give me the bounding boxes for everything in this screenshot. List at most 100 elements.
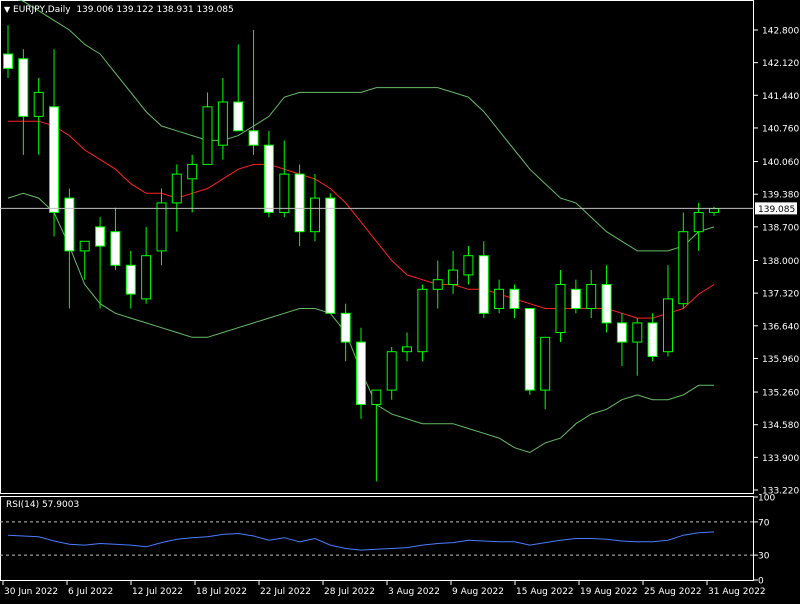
candle-body — [478, 255, 489, 314]
candle[interactable] — [217, 78, 228, 160]
candle[interactable] — [540, 336, 551, 410]
candle[interactable] — [356, 327, 366, 419]
chart-canvas[interactable]: 142.800 142.120 141.440 140.760 140.060 139.3… — [0, 0, 800, 600]
candle[interactable] — [171, 164, 182, 232]
candle-body — [601, 284, 612, 324]
candle[interactable] — [156, 188, 167, 266]
candle[interactable] — [233, 44, 244, 132]
candle-body — [555, 284, 566, 333]
candle-body — [509, 288, 520, 309]
candle-body — [141, 255, 152, 300]
time-axis: 30 Jun 2022 6 Jul 2022 12 Jul 2022 18 Jul 2… — [2, 581, 766, 597]
price-tick-label: 140.760 — [762, 124, 799, 134]
candle-body — [448, 269, 459, 286]
candle[interactable] — [95, 217, 106, 309]
candle-body — [570, 288, 581, 309]
candle-body — [233, 101, 244, 132]
candle[interactable] — [79, 240, 90, 280]
candle[interactable] — [187, 154, 198, 213]
candle-body — [340, 312, 351, 343]
candles[interactable] — [3, 25, 719, 482]
time-tick-label: 15 Aug 2022 — [516, 587, 574, 597]
candle[interactable] — [524, 308, 535, 395]
candle-body — [386, 351, 397, 391]
candle[interactable] — [18, 49, 29, 155]
candle[interactable] — [432, 260, 443, 309]
time-tick-label: 28 Jul 2022 — [324, 587, 375, 597]
candle[interactable] — [448, 250, 459, 295]
candle[interactable] — [248, 30, 259, 155]
triangle-down-icon[interactable]: ▼ — [4, 5, 10, 14]
price-tick-label: 136.640 — [762, 322, 799, 332]
candle-body — [632, 322, 643, 343]
price-tick-label: 138.000 — [762, 257, 799, 267]
candle[interactable] — [33, 78, 44, 155]
candle[interactable] — [125, 250, 136, 309]
candle-body — [171, 173, 182, 204]
candle[interactable] — [616, 313, 627, 367]
candle[interactable] — [263, 130, 274, 218]
candle[interactable] — [570, 279, 581, 314]
rsi-tick-label: 30 — [758, 552, 770, 562]
candle[interactable] — [3, 25, 13, 79]
candle-body — [524, 308, 535, 391]
rsi-tick-label: 70 — [758, 518, 770, 528]
candle-body — [678, 231, 689, 305]
price-tick-label: 135.960 — [762, 355, 799, 365]
candle[interactable] — [202, 92, 213, 165]
price-axis: 142.800 142.120 141.440 140.760 140.060 139.3… — [754, 27, 799, 497]
price-tick-label: 138.700 — [762, 223, 799, 233]
candle[interactable] — [64, 188, 75, 309]
candle[interactable] — [601, 265, 612, 333]
time-tick-label: 18 Jul 2022 — [196, 587, 247, 597]
candle[interactable] — [141, 226, 152, 304]
rsi-axis: 100 70 30 0 — [754, 494, 775, 587]
time-tick-label: 9 Aug 2022 — [452, 587, 504, 597]
candle-body — [325, 197, 336, 314]
candle[interactable] — [340, 303, 351, 362]
time-tick-label: 19 Aug 2022 — [580, 587, 638, 597]
candle-body — [294, 173, 305, 233]
symbol-label: EURJPY,Daily — [13, 5, 71, 15]
candle[interactable] — [371, 389, 382, 482]
candle-body — [494, 288, 505, 309]
candle[interactable] — [402, 332, 412, 362]
candle[interactable] — [478, 241, 489, 319]
candle-body — [248, 130, 259, 146]
symbol-header[interactable]: ▼ EURJPY,Daily 139.006 139.122 138.931 1… — [4, 5, 234, 15]
candle[interactable] — [386, 346, 397, 400]
candle-body — [402, 346, 412, 353]
candle[interactable] — [463, 246, 474, 285]
candle[interactable] — [555, 270, 566, 343]
rsi-label: RSI(14) 57.9003 — [6, 500, 80, 510]
candle[interactable] — [110, 207, 121, 271]
current-price-tag: 139.085 — [755, 202, 797, 215]
candle-body — [156, 202, 167, 252]
candle-body — [49, 106, 59, 213]
candle[interactable] — [693, 202, 704, 251]
candle[interactable] — [632, 318, 643, 376]
candle-body — [463, 255, 474, 276]
candle-body — [187, 163, 198, 180]
candle[interactable] — [310, 174, 320, 242]
candle[interactable] — [647, 313, 658, 362]
candle-body — [371, 389, 382, 406]
candle[interactable] — [325, 193, 336, 314]
candle[interactable] — [663, 265, 673, 357]
price-tick-label: 134.580 — [762, 421, 799, 431]
price-tick-label: 142.800 — [762, 27, 799, 37]
bollinger-upper-line — [17, 0, 715, 252]
price-tick-label: 135.260 — [762, 389, 799, 399]
price-tick-label: 142.120 — [762, 59, 799, 69]
candle[interactable] — [586, 270, 597, 319]
candle[interactable] — [279, 140, 290, 218]
candle[interactable] — [494, 279, 505, 314]
candle[interactable] — [509, 284, 520, 319]
candle[interactable] — [294, 164, 305, 247]
time-tick-label: 3 Aug 2022 — [388, 587, 440, 597]
rsi-line — [7, 531, 715, 551]
time-tick-label: 12 Jul 2022 — [132, 587, 183, 597]
chart-window[interactable]: 142.800 142.120 141.440 140.760 140.060 139.3… — [0, 0, 800, 600]
candle[interactable] — [678, 212, 689, 309]
candle[interactable] — [417, 284, 428, 362]
